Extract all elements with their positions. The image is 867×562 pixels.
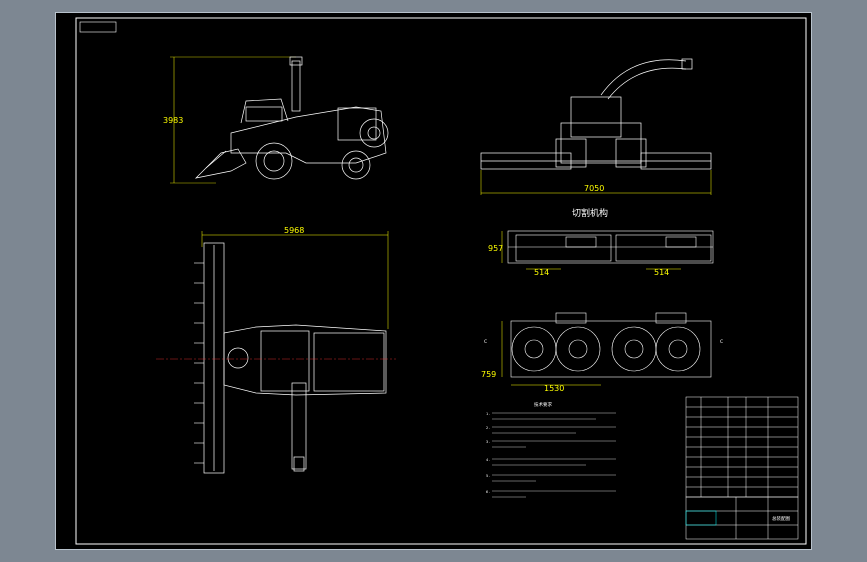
cad-drawing: 3983 7050 5968 切割机构 957 514 514 759 1530… [75,17,807,545]
section-mark-right: C [720,339,723,345]
side-view [170,56,389,184]
tech-req-text-strokes [492,412,616,498]
svg-text:6.: 6. [486,490,490,494]
dim-front-width: 7050 [584,184,604,193]
svg-text:4.: 4. [486,458,490,462]
tech-req-lines: 1. 2. 3. 4. 5. 6. [486,412,490,494]
dim-side-height: 3983 [163,116,183,125]
drawing-frame [75,17,807,545]
top-view-teeth [194,262,204,464]
title-block-accent [685,510,717,526]
svg-text:1.: 1. [486,412,490,416]
dim-detail-width-left: 514 [534,268,549,277]
rotor-section-view [510,312,712,378]
parts-list [685,396,799,498]
section-title: 切割机构 [572,207,608,219]
drawing-name: 总装配图 [772,515,790,522]
top-view [203,242,387,474]
svg-text:5.: 5. [486,474,490,478]
dim-detail-height: 957 [488,244,503,253]
drawing-sheet: 3983 7050 5968 切割机构 957 514 514 759 1530… [55,12,812,550]
front-view [480,58,712,170]
dim-top-length: 5968 [284,226,304,235]
top-dim-line [201,231,389,329]
corner-tag [79,21,117,33]
tech-req-title: 技术要求 [534,401,552,408]
svg-text:2.: 2. [486,426,490,430]
dim-rotor-height: 759 [481,370,496,379]
cutting-mechanism-view [507,230,714,264]
section-mark-left: C [484,339,487,345]
svg-text:3.: 3. [486,440,490,444]
dim-rotor-width: 1530 [544,384,564,393]
dim-detail-width-right: 514 [654,268,669,277]
